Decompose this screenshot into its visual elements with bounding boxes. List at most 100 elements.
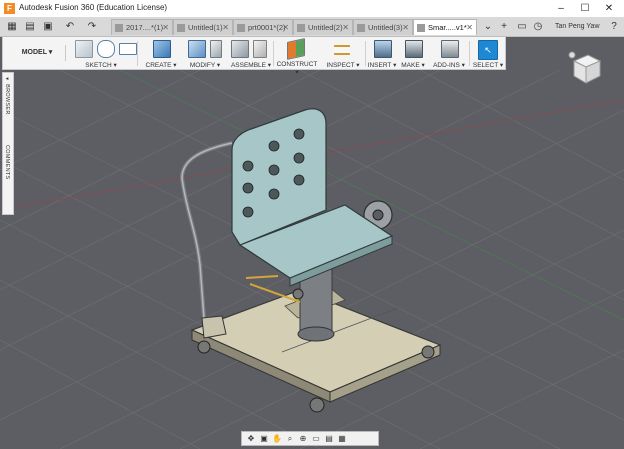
create-menu[interactable]: CREATE ▾ xyxy=(143,37,179,70)
post-base xyxy=(297,326,335,342)
clock-icon[interactable]: ◷ xyxy=(530,19,546,34)
push-handle-highlight xyxy=(181,142,233,319)
lever-arm[interactable] xyxy=(249,283,301,303)
seat-pan-edge xyxy=(289,235,393,287)
lever-arm-upper xyxy=(245,275,279,279)
save-icon[interactable]: ▣ xyxy=(40,19,56,34)
viewports-icon[interactable]: ▦ xyxy=(336,434,348,443)
home-view-icon[interactable] xyxy=(568,51,576,59)
close-tab-icon[interactable]: ✕ xyxy=(466,20,473,35)
seat-pan[interactable] xyxy=(238,204,394,279)
3d-print-icon[interactable] xyxy=(405,40,423,58)
tab-document-4[interactable]: Untitled(2) ✕ xyxy=(293,19,353,35)
redo-icon[interactable]: ↷ xyxy=(84,19,100,34)
ground-grid xyxy=(0,69,624,449)
caster-wheel-back-right[interactable] xyxy=(421,345,435,359)
display-settings-icon[interactable]: ▭ xyxy=(310,434,322,443)
tab-overflow-chevron-icon[interactable]: ⌄ xyxy=(480,19,496,34)
tab-document-5[interactable]: Untitled(3) ✕ xyxy=(353,19,413,35)
zoom-window-icon[interactable]: ⌕ xyxy=(284,434,296,444)
create-sketch-icon[interactable] xyxy=(75,40,93,58)
joint-icon[interactable] xyxy=(253,40,267,58)
insert-label: INSERT ▾ xyxy=(367,62,397,69)
tab-document-1[interactable]: 2017....*(1) ✕ xyxy=(111,19,173,35)
undo-icon[interactable]: ↶ xyxy=(62,19,78,34)
close-tab-icon[interactable]: ✕ xyxy=(402,20,409,35)
make-label: MAKE ▾ xyxy=(401,62,425,69)
tab-label: Untitled(1) xyxy=(188,23,223,32)
close-tab-icon[interactable]: ✕ xyxy=(282,20,289,35)
minimize-button[interactable]: – xyxy=(550,1,572,16)
tab-label: Smar.....v1* xyxy=(428,23,467,32)
close-tab-icon[interactable]: ✕ xyxy=(162,20,169,35)
footrest-bracket[interactable] xyxy=(201,315,227,339)
assemble-menu[interactable]: ASSEMBLE ▾ xyxy=(227,37,275,70)
y-axis-line xyxy=(119,69,624,321)
construct-label: CONSTRUCT ▾ xyxy=(276,61,318,76)
fillet-icon[interactable] xyxy=(210,40,222,58)
document-icon xyxy=(357,24,365,32)
caster-wheel-front-left[interactable] xyxy=(197,340,211,354)
workspace-switcher[interactable]: MODEL ▾ xyxy=(9,45,66,61)
zoom-icon[interactable]: ⊕ xyxy=(297,434,309,443)
inspect-menu[interactable]: INSPECT ▾ xyxy=(323,37,363,70)
document-icon xyxy=(417,24,425,32)
insert-menu[interactable]: INSERT ▾ xyxy=(365,37,399,70)
title-bar: F Autodesk Fusion 360 (Education License… xyxy=(0,0,624,18)
comments-panel-tab[interactable]: COMMENTS xyxy=(4,145,10,179)
new-tab-icon[interactable]: + xyxy=(496,19,512,34)
maximize-button[interactable]: ☐ xyxy=(574,1,596,16)
pan-icon[interactable]: ✋ xyxy=(271,434,283,443)
spline-icon[interactable] xyxy=(97,40,115,58)
modify-menu[interactable]: MODIFY ▾ xyxy=(183,37,227,70)
add-ins-menu[interactable]: ADD-INS ▾ xyxy=(431,37,467,70)
press-pull-icon[interactable] xyxy=(188,40,206,58)
browser-label: BROWSER xyxy=(4,84,10,115)
modify-label: MODIFY ▾ xyxy=(189,62,221,69)
view-cube-icon[interactable] xyxy=(566,49,606,89)
tab-document-2[interactable]: Untitled(1) ✕ xyxy=(173,19,233,35)
caster-wheel-back-left[interactable] xyxy=(292,288,304,300)
center-post[interactable] xyxy=(299,261,333,335)
offset-plane-icon[interactable] xyxy=(287,38,305,60)
push-handle[interactable] xyxy=(179,141,233,319)
help-icon[interactable]: ? xyxy=(606,19,622,34)
side-wheel[interactable] xyxy=(363,200,393,230)
chair-model[interactable] xyxy=(179,108,442,413)
construct-menu[interactable]: CONSTRUCT ▾ xyxy=(275,37,319,76)
divider xyxy=(137,41,138,66)
insert-image-icon[interactable] xyxy=(374,40,392,58)
rectangle-icon[interactable] xyxy=(119,43,137,55)
user-name[interactable]: Tan Peng Yaw xyxy=(555,23,600,30)
close-tab-icon[interactable]: ✕ xyxy=(222,20,229,35)
job-status-icon[interactable]: ▭ xyxy=(514,19,530,34)
tab-label: Untitled(3) xyxy=(368,23,403,32)
measure-icon[interactable] xyxy=(334,45,350,55)
sketch-menu[interactable]: SKETCH ▾ xyxy=(69,37,137,70)
caster-wheel-front-right[interactable] xyxy=(309,397,325,413)
close-tab-icon[interactable]: ✕ xyxy=(342,20,349,35)
select-cursor-icon[interactable]: ↖ xyxy=(478,40,498,60)
scripts-icon[interactable] xyxy=(441,40,459,58)
select-menu[interactable]: ↖ SELECT ▾ xyxy=(471,37,505,70)
file-icon[interactable]: ▤ xyxy=(22,19,38,34)
seat-backrest[interactable] xyxy=(231,108,327,246)
grid-menu-icon[interactable]: ▦ xyxy=(4,19,20,34)
look-at-icon[interactable]: ▣ xyxy=(258,434,270,443)
document-icon xyxy=(177,24,185,32)
browser-panel-tab[interactable]: ◂ BROWSER xyxy=(4,76,10,115)
extrude-icon[interactable] xyxy=(153,40,171,58)
tab-label: prt0001*(2) xyxy=(248,23,286,32)
make-menu[interactable]: MAKE ▾ xyxy=(399,37,427,70)
select-label: SELECT ▾ xyxy=(472,62,504,69)
document-icon xyxy=(237,24,245,32)
orbit-icon[interactable]: ✥ xyxy=(245,434,257,443)
inspect-label: INSPECT ▾ xyxy=(326,62,360,69)
close-button[interactable]: ✕ xyxy=(598,1,620,16)
new-component-icon[interactable] xyxy=(231,40,249,58)
grid-settings-icon[interactable]: ▤ xyxy=(323,434,335,443)
tab-document-6[interactable]: Smar.....v1* ✕ xyxy=(413,19,477,35)
tab-document-3[interactable]: prt0001*(2) ✕ xyxy=(233,19,293,35)
tab-label: Untitled(2) xyxy=(308,23,343,32)
base-board[interactable] xyxy=(190,289,442,393)
